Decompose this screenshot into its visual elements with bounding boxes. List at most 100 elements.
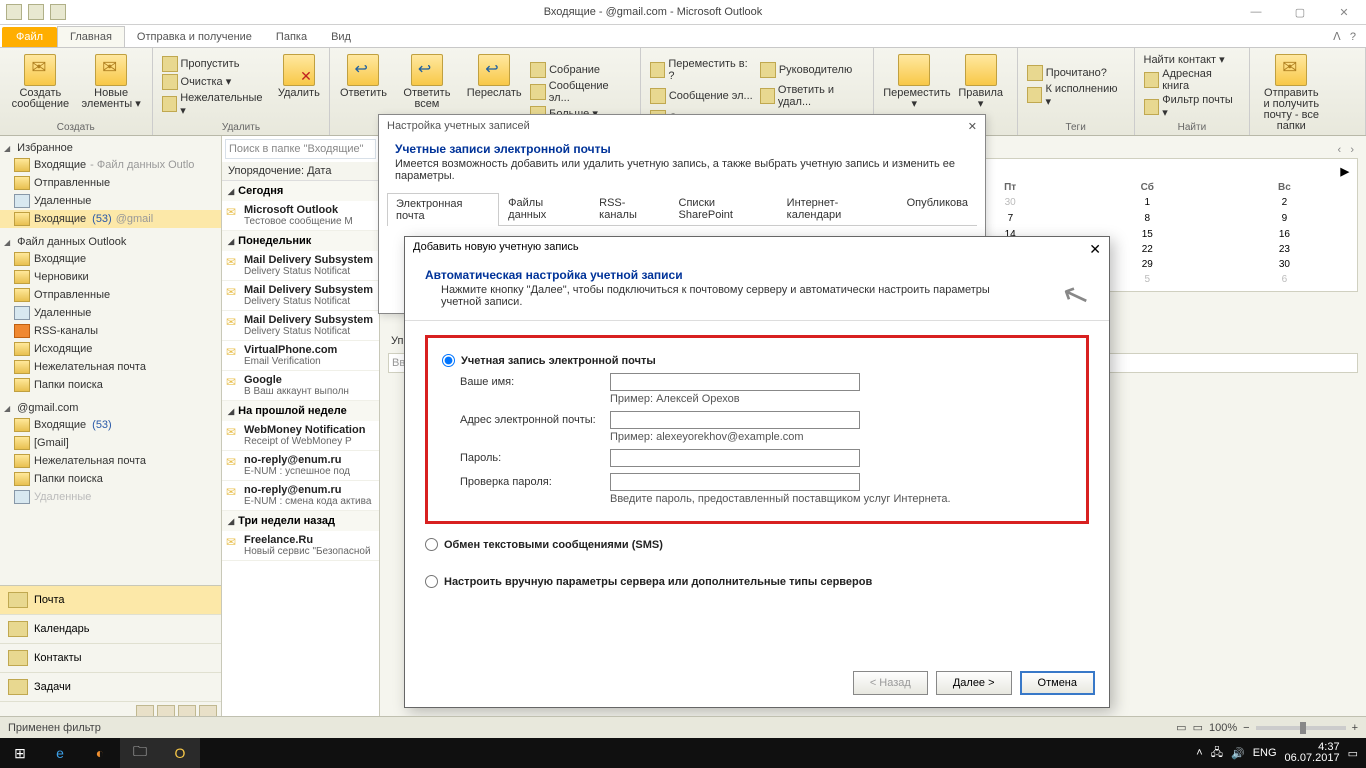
tb-edge-icon[interactable]: e — [40, 738, 80, 768]
message-item[interactable]: no-reply@enum.ruE-NUM : успешное под — [222, 451, 379, 481]
message-item[interactable]: WebMoney NotificationReceipt of WebMoney… — [222, 421, 379, 451]
group-header[interactable]: На прошлой неделе — [222, 401, 379, 421]
qs-teammail[interactable]: Сообщение эл... — [647, 83, 757, 109]
cleanup-button[interactable]: Очистка ▾ — [159, 73, 273, 91]
message-item[interactable]: Microsoft OutlookТестовое сообщение M — [222, 201, 379, 231]
message-item[interactable]: Mail Delivery SubsystemDelivery Status N… — [222, 281, 379, 311]
group-header[interactable]: Понедельник — [222, 231, 379, 251]
folder-item[interactable]: Папки поиска — [0, 376, 221, 394]
folder-item[interactable]: Отправленные — [0, 286, 221, 304]
folder-item[interactable]: Исходящие — [0, 340, 221, 358]
zoom-out-button[interactable]: − — [1243, 722, 1249, 734]
folder-item[interactable]: Папки поиска — [0, 470, 221, 488]
tab-file[interactable]: Файл — [2, 27, 57, 47]
nav-mail-button[interactable]: Почта — [0, 586, 221, 615]
message-item[interactable]: Mail Delivery SubsystemDelivery Status N… — [222, 311, 379, 341]
next-month-icon[interactable]: ▶ — [1341, 165, 1349, 178]
address-book-button[interactable]: Адресная книга — [1141, 67, 1244, 93]
folder-item[interactable]: Входящие (53) @gmail — [0, 210, 221, 228]
tb-app1-icon[interactable]: ◐ — [80, 738, 120, 768]
folder-item[interactable]: Нежелательная почта — [0, 358, 221, 376]
view-reading-icon[interactable]: ▭ — [1193, 721, 1203, 734]
tray-clock[interactable]: 4:3706.07.2017 — [1285, 742, 1340, 764]
tray-lang[interactable]: ENG — [1253, 747, 1277, 759]
filter-mail-button[interactable]: Фильтр почты ▾ — [1141, 93, 1244, 120]
folder-item[interactable]: Входящие (53) — [0, 416, 221, 434]
skip-button[interactable]: Пропустить — [159, 55, 273, 73]
junk-button[interactable]: Нежелательные ▾ — [159, 91, 273, 118]
datafile-header[interactable]: Файл данных Outlook — [0, 234, 221, 250]
folder-item[interactable]: Удаленные — [0, 192, 221, 210]
dialog1-tab[interactable]: Опубликова — [898, 192, 977, 225]
search-input[interactable]: Поиск в папке "Входящие" — [225, 139, 376, 159]
new-items-button[interactable]: Новые элементы ▾ — [77, 52, 146, 120]
qs-manager[interactable]: Руководителю — [757, 57, 867, 83]
message-item[interactable]: Freelance.RuНовый сервис "Безопасной — [222, 531, 379, 561]
nav-tasks-button[interactable]: Задачи — [0, 673, 221, 702]
your-name-input[interactable] — [610, 373, 860, 391]
next-button[interactable]: Далее > — [936, 671, 1012, 695]
folder-item[interactable]: Нежелательная почта — [0, 452, 221, 470]
tab-view[interactable]: Вид — [319, 27, 363, 47]
radio-email-account[interactable] — [442, 354, 455, 367]
favorites-header[interactable]: Избранное — [0, 140, 221, 156]
dialog1-close-button[interactable]: ✕ — [968, 120, 977, 133]
close-button[interactable]: ✕ — [1322, 0, 1366, 25]
tb-outlook-icon[interactable]: O — [160, 738, 200, 768]
qat-undo-icon[interactable] — [28, 4, 44, 20]
find-contact-input[interactable]: Найти контакт ▾ — [1141, 52, 1244, 67]
collapse-ribbon-icon[interactable]: ᐱ ? — [1323, 26, 1366, 47]
qat-redo-icon[interactable] — [50, 4, 66, 20]
send-receive-button[interactable]: Отправить и получить почту - все папки — [1256, 52, 1326, 134]
group-header[interactable]: Сегодня — [222, 181, 379, 201]
sort-header[interactable]: Упорядочение: Дата — [222, 162, 379, 181]
folder-item[interactable]: Отправленные — [0, 174, 221, 192]
qat-save-icon[interactable] — [6, 4, 22, 20]
folder-item[interactable]: Входящие - Файл данных Outlo — [0, 156, 221, 174]
dialog1-tab[interactable]: Списки SharePoint — [670, 192, 778, 225]
group-header[interactable]: Три недели назад — [222, 511, 379, 531]
folder-item[interactable]: Удаленные — [0, 488, 221, 506]
help-icon[interactable]: ? — [1350, 31, 1356, 43]
new-message-button[interactable]: Создать сообщение — [6, 52, 75, 120]
tb-explorer-icon[interactable]: 🗀 — [120, 738, 160, 768]
message-item[interactable]: Mail Delivery SubsystemDelivery Status N… — [222, 251, 379, 281]
password-input[interactable] — [610, 449, 860, 467]
qs-moveto[interactable]: Переместить в: ? — [647, 57, 757, 83]
view-normal-icon[interactable]: ▭ — [1176, 721, 1186, 734]
maximize-button[interactable]: ▢ — [1278, 0, 1322, 25]
message-item[interactable]: VirtualPhone.comEmail Verification — [222, 341, 379, 371]
email-input[interactable] — [610, 411, 860, 429]
tray-network-icon[interactable]: 🖧 — [1211, 744, 1223, 763]
start-button[interactable]: ⊞ — [0, 738, 40, 768]
gmail-header[interactable]: @gmail.com — [0, 400, 221, 416]
tab-home[interactable]: Главная — [57, 26, 125, 47]
dialog1-tab[interactable]: Интернет-календари — [778, 192, 898, 225]
cancel-button[interactable]: Отмена — [1020, 671, 1095, 695]
radio-sms[interactable] — [425, 538, 438, 551]
nav-calendar-button[interactable]: Календарь — [0, 615, 221, 644]
tray-notifications-icon[interactable]: ▭ — [1348, 747, 1358, 760]
dialog1-tab[interactable]: Файлы данных — [499, 192, 590, 225]
back-button[interactable]: < Назад — [853, 671, 928, 695]
folder-item[interactable]: [Gmail] — [0, 434, 221, 452]
meeting-button[interactable]: Собрание — [527, 61, 634, 79]
followup-button[interactable]: К исполнению ▾ — [1024, 82, 1128, 109]
nav-contacts-button[interactable]: Контакты — [0, 644, 221, 673]
delete-button[interactable]: Удалить — [274, 52, 323, 120]
qs-replydel[interactable]: Ответить и удал... — [757, 83, 867, 109]
im-button[interactable]: Сообщение эл... — [527, 79, 634, 105]
tray-sound-icon[interactable]: 🔊 — [1231, 747, 1245, 760]
tray-up-icon[interactable]: ˄ — [1196, 747, 1202, 759]
dialog1-tab[interactable]: Электронная почта — [387, 193, 499, 226]
message-item[interactable]: GoogleВ Ваш аккаунт выполн — [222, 371, 379, 401]
radio-manual[interactable] — [425, 575, 438, 588]
folder-item[interactable]: Удаленные — [0, 304, 221, 322]
folder-item[interactable]: Черновики — [0, 268, 221, 286]
dialog2-close-button[interactable]: ✕ — [1089, 241, 1101, 258]
zoom-in-button[interactable]: + — [1352, 722, 1358, 734]
folder-item[interactable]: Входящие — [0, 250, 221, 268]
minimize-button[interactable]: — — [1234, 0, 1278, 25]
unread-button[interactable]: Прочитано? — [1024, 64, 1128, 82]
folder-item[interactable]: RSS-каналы — [0, 322, 221, 340]
